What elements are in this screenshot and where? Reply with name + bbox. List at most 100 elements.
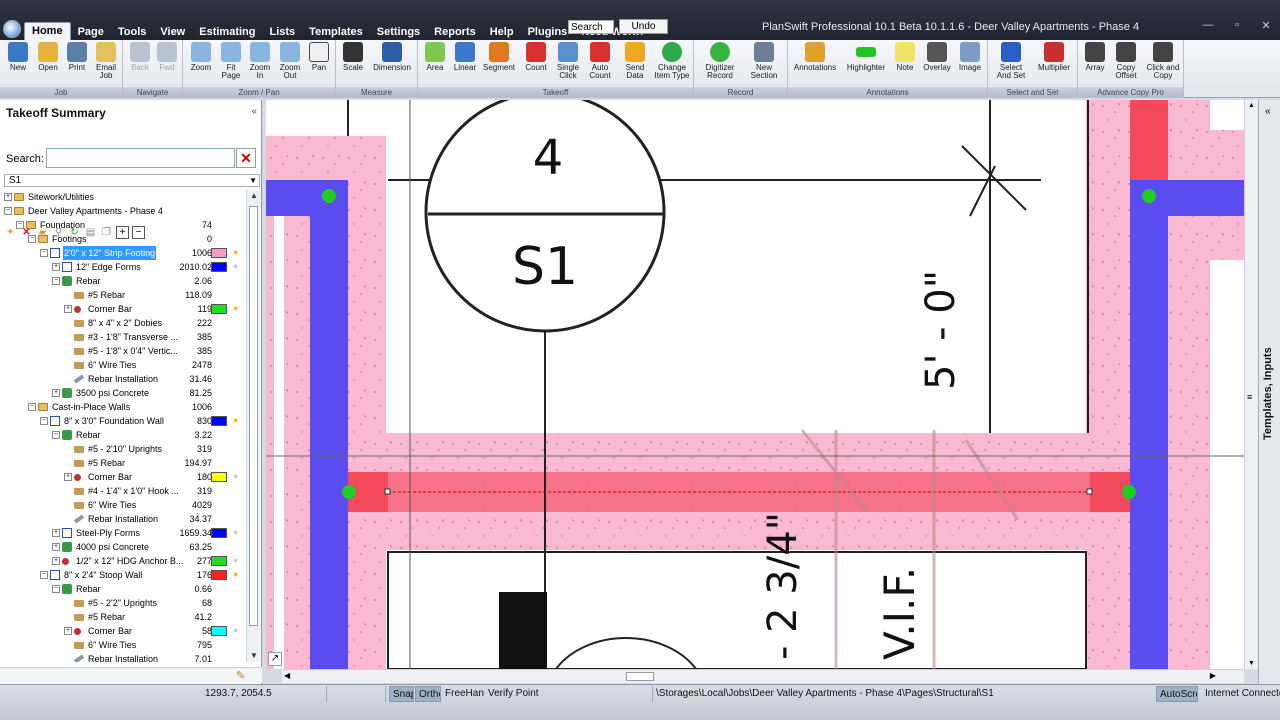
scroll-up-icon[interactable]: ▲ <box>1248 102 1255 109</box>
tree-collapse-icon[interactable]: − <box>16 221 24 229</box>
visibility-bulb-on-icon[interactable]: ● <box>233 303 241 314</box>
scrollbar-thumb[interactable] <box>626 672 654 681</box>
tree-row[interactable]: #5 Rebar 41.2 <box>4 610 246 624</box>
clear-search-button[interactable]: ✕ <box>236 148 256 168</box>
dimension-button[interactable]: Dimension <box>370 42 414 72</box>
tree-row[interactable]: Rebar Installation 31.46 <box>4 372 246 386</box>
tree-row[interactable]: − Cast-in-Place Walls 1006 <box>4 400 246 414</box>
tree-row[interactable]: #5 - 2'10" Uprights 319 <box>4 442 246 456</box>
minimize-icon[interactable]: — <box>1200 19 1216 31</box>
menu-item-help[interactable]: Help <box>483 24 521 40</box>
tree-scrollbar[interactable]: ▲ ▼ <box>246 190 260 662</box>
tree-collapse-icon[interactable]: − <box>4 207 12 215</box>
drawing-canvas[interactable]: 4 S1 5' - 0" - 2 3/4" V.I.F. <box>266 100 1244 669</box>
app-menu-orb-icon[interactable] <box>3 20 21 38</box>
linear-button[interactable]: Linear <box>451 42 479 72</box>
page-selector-dropdown[interactable]: S1 ▼ <box>4 174 260 187</box>
color-swatch[interactable] <box>211 304 227 314</box>
menu-item-estimating[interactable]: Estimating <box>192 24 262 40</box>
back-button[interactable]: Back <box>127 42 153 72</box>
tree-row[interactable]: 6" Wire Ties 795 <box>4 638 246 652</box>
count-button[interactable]: Count <box>522 42 550 72</box>
forward-button[interactable]: Fwd <box>154 42 180 72</box>
tree-row[interactable]: Rebar Installation 34.37 <box>4 512 246 526</box>
note-button[interactable]: Note <box>892 42 918 72</box>
auto-count-button[interactable]: Auto Count <box>586 42 614 80</box>
open-button[interactable]: Open <box>34 42 62 72</box>
tree-row[interactable]: + Sitework/Utilities <box>4 190 246 204</box>
tree-expand-icon[interactable]: + <box>52 389 60 397</box>
tree-horizontal-scrollbar[interactable]: ✎ <box>0 667 262 683</box>
snap-toggle[interactable]: Snap <box>389 686 414 702</box>
visibility-bulb-on-icon[interactable]: ● <box>233 247 241 258</box>
tree-row[interactable]: − Rebar 3.22 <box>4 428 246 442</box>
fit-page-button[interactable]: Fit Page <box>218 42 244 80</box>
zoom-in-button[interactable]: Zoom In <box>247 42 273 80</box>
menu-item-templates[interactable]: Templates <box>302 24 370 40</box>
tree-expand-icon[interactable]: + <box>4 193 12 201</box>
color-swatch[interactable] <box>211 626 227 636</box>
tree-expand-icon[interactable]: + <box>52 263 60 271</box>
tree-collapse-icon[interactable]: − <box>28 235 36 243</box>
select-and-set-button[interactable]: Select And Set <box>992 42 1030 80</box>
scroll-down-icon[interactable]: ▼ <box>248 650 260 662</box>
zoom-out-button[interactable]: Zoom Out <box>277 42 303 80</box>
autoscroll-toggle[interactable]: AutoScro <box>1156 686 1198 702</box>
tree-collapse-icon[interactable]: − <box>40 249 48 257</box>
image-button[interactable]: Image <box>956 42 984 72</box>
tree-row[interactable]: #4 - 1'4" x 1'0" Hook ... 319 <box>4 484 246 498</box>
tree-row[interactable]: − Rebar 2.06 <box>4 274 246 288</box>
scroll-down-icon[interactable]: ▼ <box>1248 660 1255 667</box>
takeoff-search-input[interactable] <box>46 148 235 168</box>
menu-item-home[interactable]: Home <box>24 22 71 40</box>
canvas-vertical-scrollbar[interactable]: ▲ ≡ ▼ <box>1244 100 1258 669</box>
tree-row[interactable]: 6" Wire Ties 4029 <box>4 498 246 512</box>
templates-inputs-label[interactable]: Templates, Inputs <box>1262 340 1274 440</box>
menu-item-page[interactable]: Page <box>71 24 111 40</box>
new-button[interactable]: New <box>6 42 30 72</box>
scroll-left-icon[interactable]: ◀ <box>284 671 290 680</box>
tree-collapse-icon[interactable]: − <box>28 403 36 411</box>
area-button[interactable]: Area <box>422 42 448 72</box>
tree-expand-icon[interactable]: + <box>64 305 72 313</box>
tree-row[interactable]: #5 Rebar 118.09 <box>4 288 246 302</box>
color-swatch[interactable] <box>211 556 227 566</box>
color-swatch[interactable] <box>211 248 227 258</box>
canvas-horizontal-scrollbar[interactable]: ◀ ▶ <box>282 669 1244 683</box>
visibility-bulb-off-icon[interactable]: ● <box>233 527 241 538</box>
color-swatch[interactable] <box>211 262 227 272</box>
tree-expand-icon[interactable]: + <box>64 473 72 481</box>
digitizer-record-button[interactable]: Digitizer Record <box>700 42 740 80</box>
tree-row[interactable]: + Corner Bar 119 ● <box>4 302 246 316</box>
tree-row[interactable]: +3500 psi Concrete 81.25 <box>4 386 246 400</box>
segment-button[interactable]: Segment <box>482 42 516 72</box>
tree-expand-icon[interactable]: + <box>52 557 60 565</box>
tree-row[interactable]: +12" Edge Forms 2010.02 ● <box>4 260 246 274</box>
overlay-button[interactable]: Overlay <box>922 42 952 72</box>
email-job-button[interactable]: Email Job <box>92 42 120 80</box>
tree-row[interactable]: 8" x 4" x 2" Dobies 222 <box>4 316 246 330</box>
tree-row[interactable]: − Rebar 0.66 <box>4 582 246 596</box>
menu-item-settings[interactable]: Settings <box>370 24 427 40</box>
visibility-bulb-off-icon[interactable]: ● <box>233 555 241 566</box>
color-swatch[interactable] <box>211 570 227 580</box>
tree-collapse-icon[interactable]: − <box>40 571 48 579</box>
tree-row[interactable]: − Foundation 74 <box>4 218 246 232</box>
tree-collapse-icon[interactable]: − <box>52 431 60 439</box>
tree-expand-icon[interactable]: + <box>52 543 60 551</box>
tree-row[interactable]: − 8" x 2'4" Stoop Wall 176 ● <box>4 568 246 582</box>
visibility-bulb-off-icon[interactable]: ● <box>233 625 241 636</box>
tree-row[interactable]: #5 Rebar 194.97 <box>4 456 246 470</box>
tree-row[interactable]: + Corner Bar 180 ● <box>4 470 246 484</box>
visibility-bulb-on-icon[interactable]: ● <box>233 415 241 426</box>
visibility-bulb-off-icon[interactable]: ● <box>233 471 241 482</box>
change-item-type-button[interactable]: Change Item Type <box>652 42 692 80</box>
color-swatch[interactable] <box>211 416 227 426</box>
undo-button[interactable]: Undo <box>619 19 668 34</box>
print-button[interactable]: Print <box>64 42 90 72</box>
new-section-button[interactable]: New Section <box>744 42 784 80</box>
paint-icon[interactable]: ✎ <box>236 669 245 682</box>
multiplier-button[interactable]: Multiplier <box>1034 42 1074 72</box>
tree-collapse-icon[interactable]: − <box>40 417 48 425</box>
expand-panel-icon[interactable]: « <box>1265 106 1271 117</box>
